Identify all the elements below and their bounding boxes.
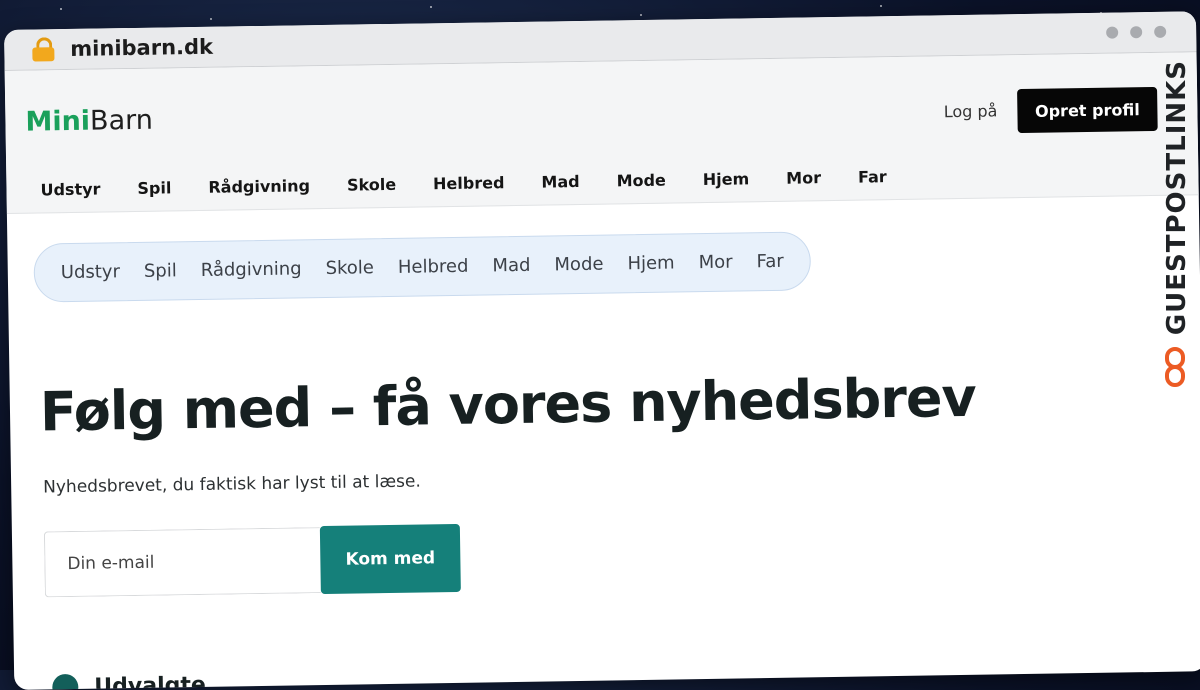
lock-icon (32, 37, 55, 62)
browser-window: minibarn.dk MiniBarn Log på Opret profil… (4, 11, 1200, 690)
main-nav-item-mor[interactable]: Mor (786, 168, 821, 188)
pill-nav-item-radgivning[interactable]: Rådgivning (201, 258, 302, 281)
main-content: Udstyr Spil Rådgivning Skole Helbred Mad… (7, 195, 1200, 690)
main-nav: Udstyr Spil Rådgivning Skole Helbred Mad… (40, 167, 923, 200)
main-nav-item-radgivning[interactable]: Rådgivning (208, 176, 310, 197)
watermark-text: GUESTPOSTLINKS (1162, 60, 1192, 336)
main-nav-item-skole[interactable]: Skole (347, 175, 396, 195)
section-title: Udvalgte (94, 672, 207, 690)
newsletter-form: Kom med (43, 514, 1179, 599)
main-nav-item-spil[interactable]: Spil (137, 178, 171, 198)
newsletter-headline: Følg med – få vores nyhedsbrev (39, 365, 977, 444)
main-nav-item-mad[interactable]: Mad (541, 172, 579, 192)
main-nav-item-udstyr[interactable]: Udstyr (40, 180, 100, 200)
pill-nav-item-skole[interactable]: Skole (325, 257, 374, 279)
email-input[interactable] (43, 527, 321, 598)
pill-nav-item-mode[interactable]: Mode (554, 254, 603, 276)
pill-nav-item-spil[interactable]: Spil (144, 260, 177, 282)
logo-primary: Mini (25, 105, 91, 138)
main-nav-item-helbred[interactable]: Helbred (433, 173, 505, 193)
newsletter-subtext: Nyhedsbrevet, du faktisk har lyst til at… (43, 471, 421, 498)
chain-link-icon (1165, 347, 1189, 388)
pill-nav-item-hjem[interactable]: Hjem (627, 252, 674, 274)
signup-button[interactable]: Opret profil (1017, 86, 1158, 134)
section-bullet-icon (52, 673, 79, 690)
category-pill-nav: Udstyr Spil Rådgivning Skole Helbred Mad… (33, 231, 812, 303)
subscribe-button[interactable]: Kom med (319, 523, 461, 595)
pill-nav-item-mad[interactable]: Mad (492, 255, 530, 277)
logo-secondary: Barn (89, 104, 154, 137)
login-link[interactable]: Log på (944, 101, 998, 121)
featured-section-header: Udvalgte (52, 657, 1180, 690)
window-menu-icon[interactable] (1106, 25, 1167, 39)
url-text[interactable]: minibarn.dk (70, 35, 213, 61)
pill-nav-item-far[interactable]: Far (756, 251, 783, 272)
pill-nav-item-udstyr[interactable]: Udstyr (61, 261, 120, 283)
main-nav-item-mode[interactable]: Mode (616, 171, 666, 191)
main-nav-item-hjem[interactable]: Hjem (703, 169, 750, 189)
site-header: MiniBarn Log på Opret profil Udstyr Spil… (4, 52, 1199, 214)
site-logo[interactable]: MiniBarn (25, 105, 153, 138)
watermark: GUESTPOSTLINKS (1156, 60, 1198, 388)
main-nav-item-far[interactable]: Far (858, 167, 887, 186)
pill-nav-item-mor[interactable]: Mor (698, 252, 732, 274)
pill-nav-item-helbred[interactable]: Helbred (398, 256, 469, 278)
